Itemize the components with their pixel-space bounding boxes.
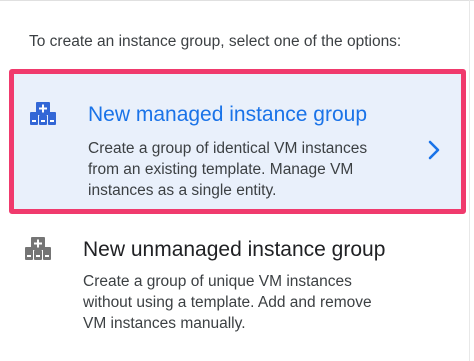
option-title: New unmanaged instance group	[83, 238, 386, 261]
instance-group-icon	[24, 236, 52, 264]
option-description: Create a group of identical VM instances…	[88, 140, 368, 199]
top-divider	[0, 0, 474, 1]
panel-edge	[469, 0, 470, 361]
new-managed-instance-group-option[interactable]: New managed instance group Create a grou…	[9, 69, 466, 214]
option-description: Create a group of unique VM instances wi…	[83, 273, 372, 332]
instructions-text: To create an instance group, select one …	[29, 33, 402, 50]
option-title: New managed instance group	[88, 103, 368, 126]
chevron-right-icon	[427, 140, 441, 160]
new-unmanaged-instance-group-option[interactable]: New unmanaged instance group Create a gr…	[9, 222, 466, 354]
instance-group-icon	[29, 101, 57, 129]
